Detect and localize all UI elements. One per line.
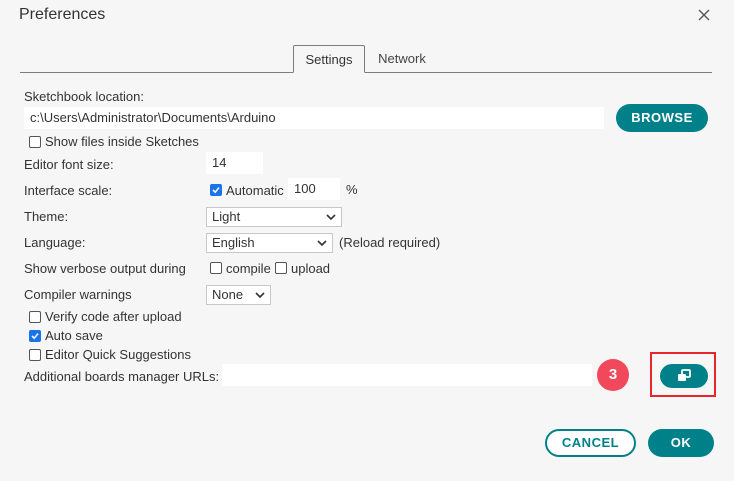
step-number-badge: 3 xyxy=(597,359,629,391)
chevron-down-icon xyxy=(317,240,327,247)
scale-percent-unit: % xyxy=(346,182,358,197)
dialog-title: Preferences xyxy=(19,6,106,23)
auto-save-label: Auto save xyxy=(45,328,103,343)
auto-save-checkbox[interactable] xyxy=(29,330,41,342)
verbose-upload-label: upload xyxy=(291,261,331,276)
language-select[interactable]: English xyxy=(206,233,333,253)
theme-select-value: Light xyxy=(212,209,241,224)
boards-url-input[interactable] xyxy=(222,364,592,386)
chevron-down-icon xyxy=(326,214,336,221)
edit-urls-button[interactable] xyxy=(660,364,708,388)
open-window-icon xyxy=(678,369,691,381)
verbose-output-label: Show verbose output during xyxy=(24,261,186,276)
verify-after-upload-checkbox[interactable] xyxy=(29,311,41,323)
font-size-input[interactable]: 14 xyxy=(206,152,263,174)
verbose-compile-label: compile xyxy=(226,261,271,276)
font-size-label: Editor font size: xyxy=(24,157,114,172)
quick-suggestions-label: Editor Quick Suggestions xyxy=(45,347,191,362)
boards-url-label: Additional boards manager URLs: xyxy=(24,369,220,384)
sketchbook-location-label: Sketchbook location: xyxy=(24,89,144,104)
browse-button[interactable]: BROWSE xyxy=(616,104,708,132)
show-files-label: Show files inside Sketches xyxy=(45,134,199,149)
quick-suggestions-checkbox[interactable] xyxy=(29,349,41,361)
show-files-checkbox[interactable] xyxy=(29,136,41,148)
language-select-value: English xyxy=(212,235,255,250)
ok-button[interactable]: OK xyxy=(648,429,714,457)
compiler-warnings-select[interactable]: None xyxy=(206,285,271,305)
scale-automatic-checkbox[interactable] xyxy=(210,184,222,196)
cancel-button[interactable]: CANCEL xyxy=(545,429,636,457)
verbose-compile-checkbox[interactable] xyxy=(210,262,222,274)
verify-after-upload-label: Verify code after upload xyxy=(45,309,182,324)
compiler-warnings-label: Compiler warnings xyxy=(24,287,132,302)
tab-network[interactable]: Network xyxy=(368,45,436,73)
language-label: Language: xyxy=(24,235,86,250)
checkmark-icon xyxy=(31,333,39,340)
language-reload-note: (Reload required) xyxy=(339,235,441,250)
theme-label: Theme: xyxy=(24,209,69,224)
tab-settings[interactable]: Settings xyxy=(293,45,365,73)
theme-select[interactable]: Light xyxy=(206,207,342,227)
chevron-down-icon xyxy=(255,292,265,299)
verbose-upload-checkbox[interactable] xyxy=(275,262,287,274)
interface-scale-label: Interface scale: xyxy=(24,183,113,198)
checkmark-icon xyxy=(212,187,220,194)
close-icon[interactable] xyxy=(696,7,712,23)
compiler-warnings-value: None xyxy=(212,287,244,302)
scale-automatic-label: Automatic xyxy=(226,183,284,198)
sketchbook-location-input[interactable]: c:\Users\Administrator\Documents\Arduino xyxy=(24,107,604,129)
tabs-divider xyxy=(20,72,712,73)
scale-percent-input[interactable]: 100 xyxy=(288,178,340,200)
